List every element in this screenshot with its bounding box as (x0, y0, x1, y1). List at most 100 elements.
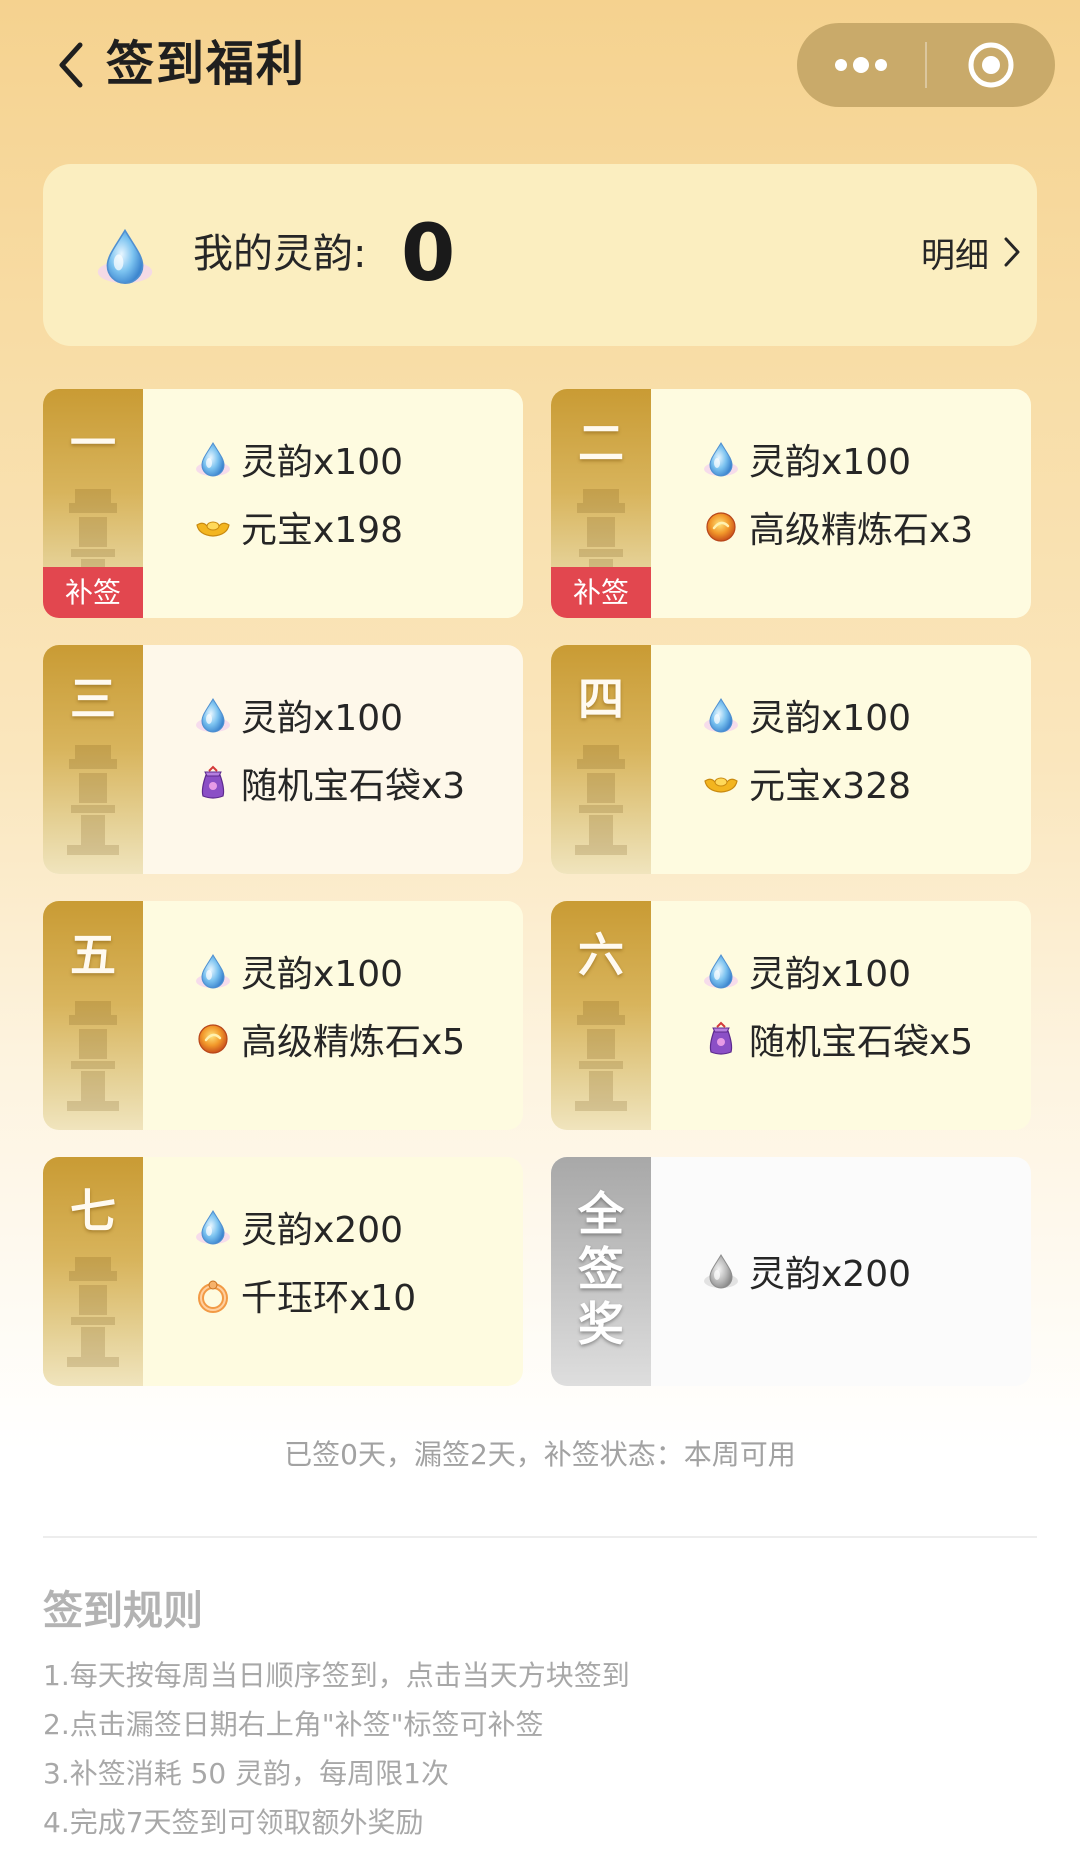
makeup-tag[interactable]: 补签 (43, 567, 143, 618)
rule-item: 4.完成7天签到可领取额外奖励 (43, 1806, 424, 1839)
spirit-drop-icon (193, 695, 233, 735)
day-label: 三 (70, 672, 116, 726)
gold-ingot-icon (193, 507, 233, 547)
balance-label: 我的灵韵: (193, 231, 367, 277)
reward-item: 灵韵x100 (193, 945, 403, 997)
reward-text: 灵韵x200 (749, 1254, 912, 1295)
day-card-4[interactable]: 四 灵韵x100 元宝x328 (551, 645, 1031, 874)
day-label: 六 (578, 928, 624, 982)
reward-text: 高级精炼石x3 (749, 510, 974, 551)
reward-item: 元宝x198 (193, 501, 403, 553)
refining-stone-icon (193, 1019, 233, 1059)
full-bonus-char: 签 (578, 1242, 624, 1296)
pagoda-watermark-icon (65, 1001, 121, 1111)
reward-text: 灵韵x100 (749, 698, 912, 739)
day-strip: 六 (551, 901, 651, 1130)
day-label: 二 (578, 416, 624, 470)
day-card-2[interactable]: 二 补签 灵韵x100 高级精炼石x3 (551, 389, 1031, 618)
more-dots-icon (835, 57, 887, 73)
mini-program-capsule (797, 23, 1055, 107)
reward-item: 灵韵x100 (701, 689, 911, 741)
spirit-drop-icon (193, 1207, 233, 1247)
page-title: 签到福利 (106, 36, 307, 92)
full-bonus-label: 全 签 奖 (551, 1187, 651, 1352)
reward-text: 元宝x328 (749, 766, 912, 807)
reward-text: 随机宝石袋x3 (241, 766, 466, 807)
day-strip: 四 (551, 645, 651, 874)
reward-item: 随机宝石袋x3 (193, 757, 465, 809)
balance-card: 我的灵韵: 0 明细 (43, 164, 1037, 346)
pagoda-watermark-icon (65, 1257, 121, 1367)
gem-bag-icon (701, 1019, 741, 1059)
reward-item: 高级精炼石x3 (701, 501, 973, 553)
day-label: 五 (70, 928, 116, 982)
full-bonus-strip: 全 签 奖 (551, 1157, 651, 1386)
header-bar: 签到福利 (0, 0, 1080, 130)
day-card-6[interactable]: 六 灵韵x100 随机宝石袋x5 (551, 901, 1031, 1130)
section-divider (43, 1536, 1037, 1538)
rule-item: 3.补签消耗 50 灵韵，每周限1次 (43, 1757, 449, 1790)
reward-item: 元宝x328 (701, 757, 911, 809)
detail-link[interactable]: 明细 (921, 222, 1021, 282)
reward-text: 灵韵x100 (749, 442, 912, 483)
reward-item: 灵韵x100 (701, 433, 911, 485)
rule-item: 2.点击漏签日期右上角"补签"标签可补签 (43, 1708, 544, 1741)
spirit-drop-icon (701, 695, 741, 735)
reward-text: 灵韵x100 (241, 698, 404, 739)
day-label: 四 (578, 672, 624, 726)
pagoda-watermark-icon (573, 1001, 629, 1111)
makeup-tag[interactable]: 补签 (551, 567, 651, 618)
reward-item: 高级精炼石x5 (193, 1013, 465, 1065)
more-button[interactable] (797, 23, 925, 107)
spirit-drop-gray-icon (701, 1251, 741, 1291)
spirit-drop-icon (701, 439, 741, 479)
day-label: 七 (70, 1184, 116, 1238)
balance-value: 0 (401, 209, 456, 299)
spirit-drop-icon (93, 224, 157, 288)
reward-text: 灵韵x200 (241, 1210, 404, 1251)
refining-stone-icon (701, 507, 741, 547)
day-card-3[interactable]: 三 灵韵x100 随机宝石袋x3 (43, 645, 523, 874)
reward-text: 高级精炼石x5 (241, 1022, 466, 1063)
gem-bag-icon (193, 763, 233, 803)
reward-item: 灵韵x100 (701, 945, 911, 997)
day-card-7[interactable]: 七 灵韵x200 千珏环x10 (43, 1157, 523, 1386)
jade-ring-icon (193, 1275, 233, 1315)
rules-title: 签到规则 (43, 1588, 203, 1634)
day-card-5[interactable]: 五 灵韵x100 高级精炼石x5 (43, 901, 523, 1130)
target-close-icon (968, 42, 1014, 88)
reward-text: 灵韵x100 (241, 954, 404, 995)
reward-text: 千珏环x10 (241, 1278, 417, 1319)
reward-text: 元宝x198 (241, 510, 404, 551)
gold-ingot-icon (701, 763, 741, 803)
pagoda-watermark-icon (573, 745, 629, 855)
reward-item: 灵韵x100 (193, 433, 403, 485)
spirit-drop-icon (701, 951, 741, 991)
full-bonus-char: 全 (578, 1187, 624, 1241)
reward-item: 随机宝石袋x5 (701, 1013, 973, 1065)
reward-text: 灵韵x100 (241, 442, 404, 483)
reward-item: 千珏环x10 (193, 1269, 416, 1321)
day-label: 一 (70, 416, 116, 470)
rule-item: 1.每天按每周当日顺序签到，点击当天方块签到 (43, 1659, 630, 1692)
full-attendance-card[interactable]: 全 签 奖 灵韵x200 (551, 1157, 1031, 1386)
reward-text: 随机宝石袋x5 (749, 1022, 974, 1063)
day-strip: 五 (43, 901, 143, 1130)
reward-item: 灵韵x100 (193, 689, 403, 741)
chevron-left-icon (59, 42, 83, 88)
detail-label: 明细 (921, 235, 989, 276)
chevron-right-icon (1004, 237, 1020, 267)
day-card-1[interactable]: 一 补签 灵韵x100 元宝x198 (43, 389, 523, 618)
spirit-drop-icon (193, 439, 233, 479)
reward-text: 灵韵x100 (749, 954, 912, 995)
pagoda-watermark-icon (65, 745, 121, 855)
day-strip: 三 (43, 645, 143, 874)
close-miniprogram-button[interactable] (927, 23, 1055, 107)
reward-item: 灵韵x200 (193, 1201, 403, 1253)
full-bonus-char: 奖 (578, 1297, 624, 1351)
signin-status: 已签0天，漏签2天，补签状态：本周可用 (284, 1438, 796, 1471)
back-button[interactable] (46, 40, 96, 90)
day-strip: 七 (43, 1157, 143, 1386)
reward-item: 灵韵x200 (701, 1245, 911, 1297)
spirit-drop-icon (193, 951, 233, 991)
